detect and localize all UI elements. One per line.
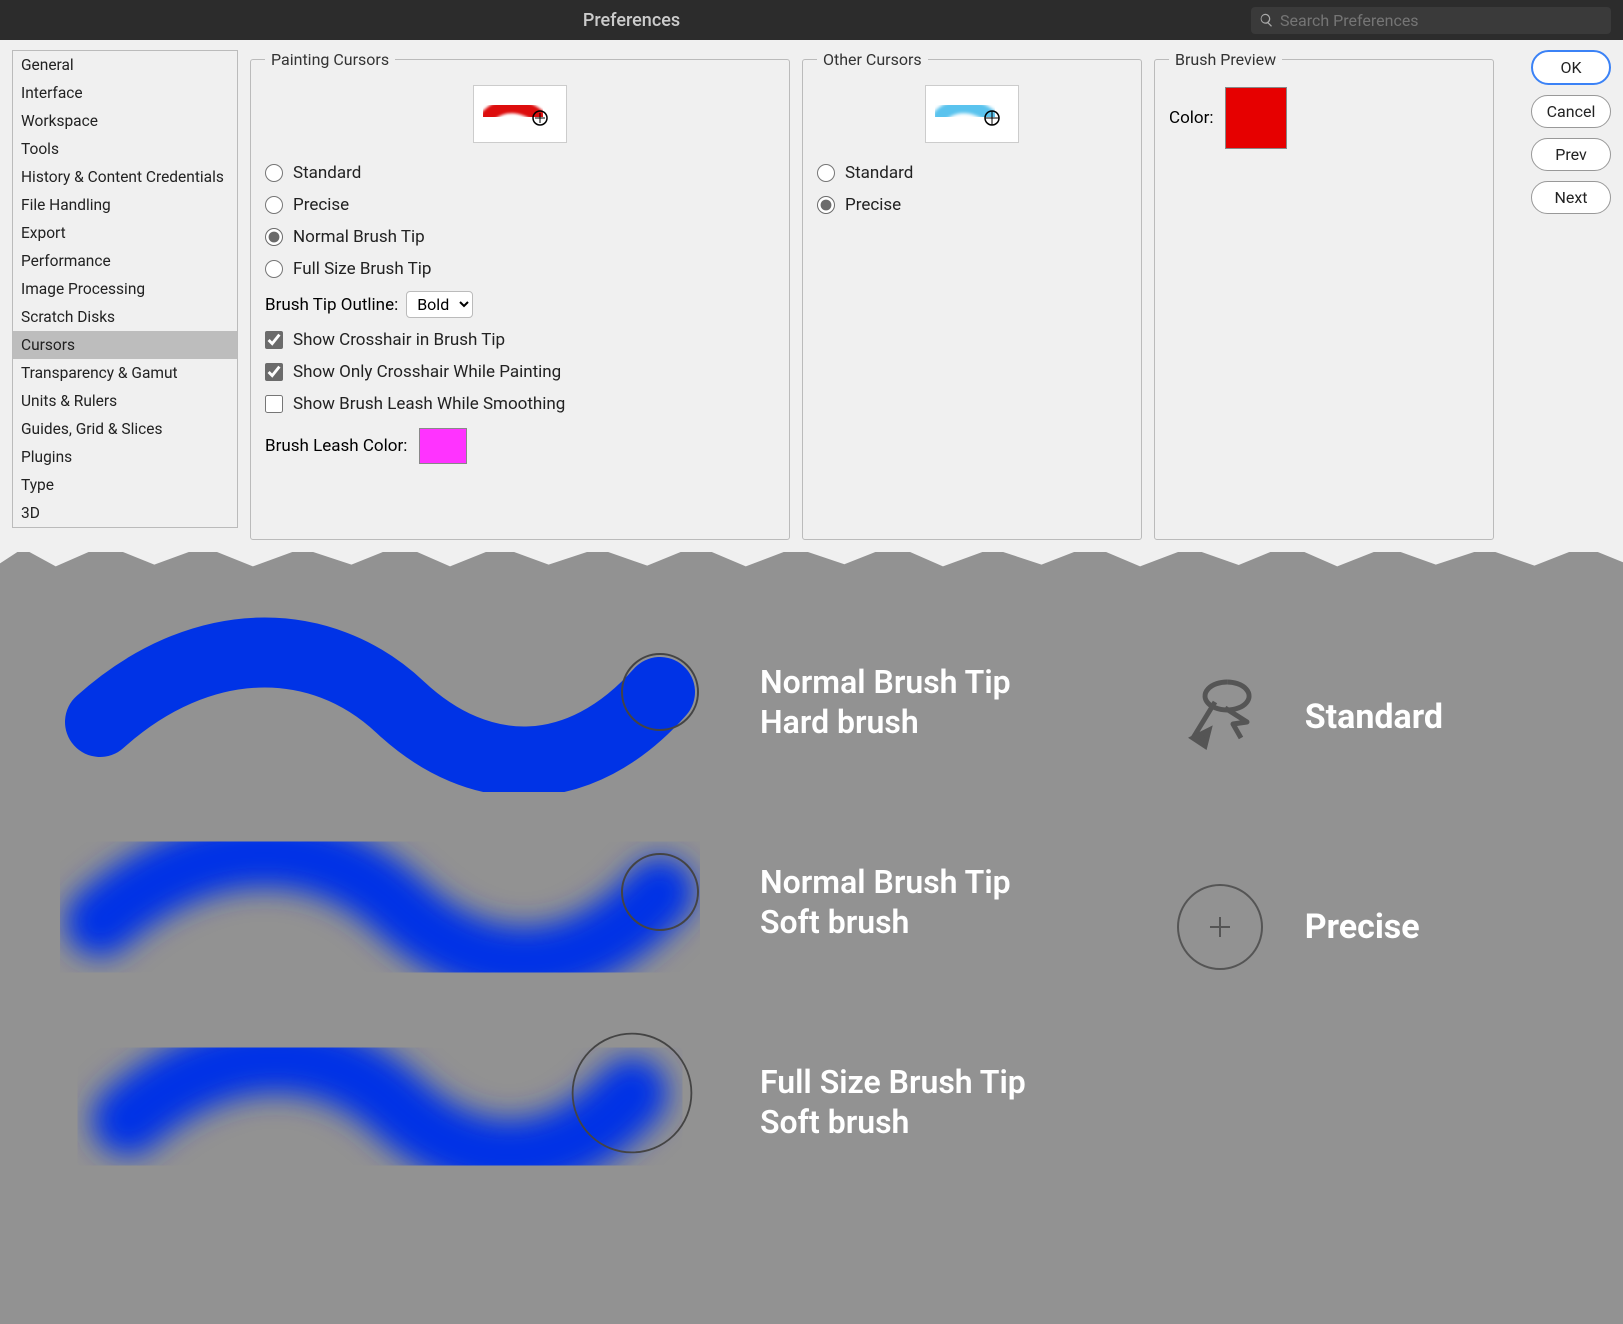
sidebar-item-transparency-gamut[interactable]: Transparency & Gamut [13,359,237,387]
other-cursors-group: Other Cursors Standard Precise [802,50,1142,540]
other-radio-precise[interactable] [817,196,835,214]
check-leash[interactable] [265,395,283,413]
sidebar-item-tools[interactable]: Tools [13,135,237,163]
next-button[interactable]: Next [1531,181,1611,214]
painting-cursors-group: Painting Cursors Standard Precise Normal B… [250,50,790,540]
sidebar-item-guides-grid-slices[interactable]: Guides, Grid & Slices [13,415,237,443]
painting-radio-precise[interactable] [265,196,283,214]
other-radio-label: Standard [845,163,913,183]
prev-button[interactable]: Prev [1531,138,1611,171]
dialog-buttons: OK Cancel Prev Next [1531,50,1611,214]
sidebar-item-image-processing[interactable]: Image Processing [13,275,237,303]
painting-radio-label: Standard [293,163,361,183]
check-leash-label: Show Brush Leash While Smoothing [293,394,565,414]
check-crosshair-label: Show Crosshair in Brush Tip [293,330,505,350]
sidebar-item-export[interactable]: Export [13,219,237,247]
check-only-crosshair-label: Show Only Crosshair While Painting [293,362,561,382]
stroke-hard [60,612,700,792]
painting-radio-standard[interactable] [265,164,283,182]
sidebar-item-performance[interactable]: Performance [13,247,237,275]
demo-label-2: Full Size Brush TipSoft brush [760,1062,1026,1142]
precise-cursor-icon [1175,882,1265,972]
torn-edge [0,552,1623,582]
preview-legend: Brush Preview [1169,50,1282,69]
sidebar-item-cursors[interactable]: Cursors [13,331,237,359]
stroke-soft-full [60,1012,700,1192]
sample-standard-label: Standard [1305,697,1443,737]
demo-label-1: Normal Brush TipSoft brush [760,862,1011,942]
sidebar-item-history-content-credentials[interactable]: History & Content Credentials [13,163,237,191]
painting-thumb [473,85,567,143]
check-only-crosshair[interactable] [265,363,283,381]
window-title: Preferences [12,10,1251,31]
painting-legend: Painting Cursors [265,50,395,69]
sample-precise-label: Precise [1305,907,1420,947]
ok-button[interactable]: OK [1531,50,1611,85]
sample-standard: Standard [1175,672,1443,762]
sidebar-item-scratch-disks[interactable]: Scratch Disks [13,303,237,331]
standard-cursor-icon [1175,672,1265,762]
sidebar-item-type[interactable]: Type [13,471,237,499]
demo-label-0: Normal Brush TipHard brush [760,662,1011,742]
sidebar-item-plugins[interactable]: Plugins [13,443,237,471]
brush-preview-group: Brush Preview Color: [1154,50,1494,540]
search-icon [1259,12,1274,28]
leash-color-swatch[interactable] [419,428,467,464]
other-radio-standard[interactable] [817,164,835,182]
search-input[interactable] [1280,11,1603,30]
titlebar: Preferences [0,0,1623,40]
painting-radio-normal-brush-tip[interactable] [265,228,283,246]
check-crosshair[interactable] [265,331,283,349]
sidebar-item-workspace[interactable]: Workspace [13,107,237,135]
painting-radio-full-size-brush-tip[interactable] [265,260,283,278]
sidebar-item-file-handling[interactable]: File Handling [13,191,237,219]
prefs-sidebar: GeneralInterfaceWorkspaceToolsHistory & … [12,50,238,528]
stroke-soft-normal [60,812,700,992]
sidebar-item-interface[interactable]: Interface [13,79,237,107]
outline-select[interactable]: Bold [406,291,473,318]
sidebar-item-general[interactable]: General [13,51,237,79]
painting-radio-label: Precise [293,195,349,215]
preview-color-label: Color: [1169,108,1213,128]
leash-color-label: Brush Leash Color: [265,436,407,456]
sidebar-item-units-rulers[interactable]: Units & Rulers [13,387,237,415]
sidebar-item-3d[interactable]: 3D [13,499,237,527]
preview-color-swatch[interactable] [1225,87,1287,149]
other-legend: Other Cursors [817,50,928,69]
sample-precise: Precise [1175,882,1443,972]
painting-radio-label: Normal Brush Tip [293,227,425,247]
other-thumb [925,85,1019,143]
cancel-button[interactable]: Cancel [1531,95,1611,128]
demo-area: Normal Brush TipHard brush Normal Brush … [0,582,1623,1292]
search-field[interactable] [1251,7,1611,34]
painting-radio-label: Full Size Brush Tip [293,259,431,279]
outline-label: Brush Tip Outline: [265,295,398,315]
other-radio-label: Precise [845,195,901,215]
